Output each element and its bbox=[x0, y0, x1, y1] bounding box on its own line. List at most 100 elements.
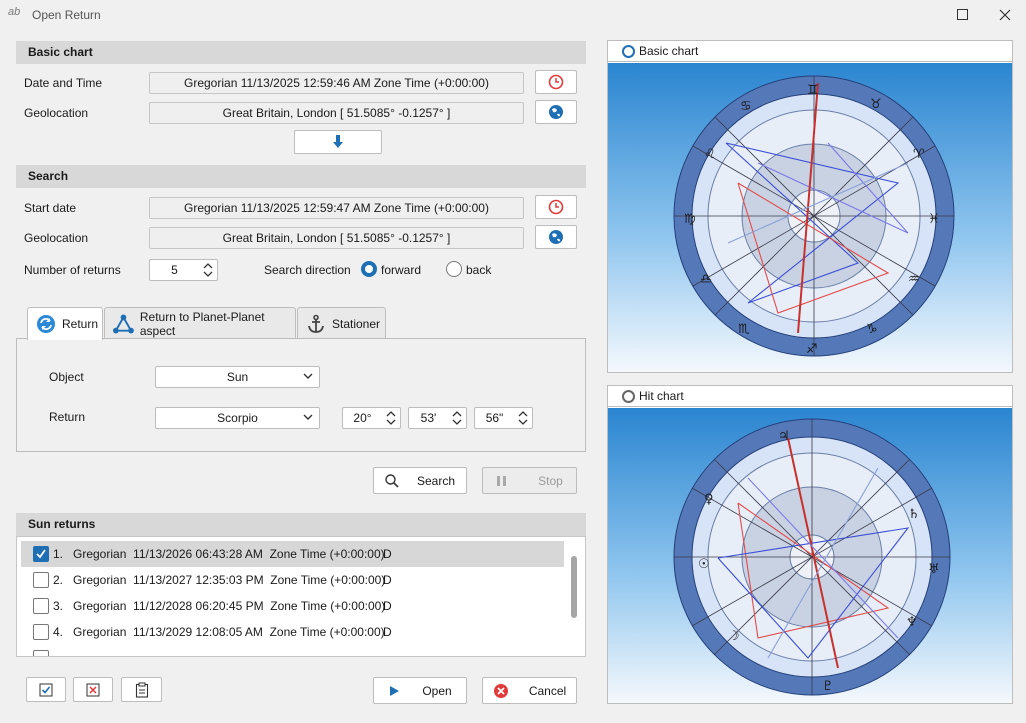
basic-chart-title[interactable]: Basic chart bbox=[608, 41, 1012, 62]
tab-planet-aspect[interactable]: Return to Planet-Planet aspect bbox=[104, 307, 296, 339]
maximize-icon[interactable] bbox=[943, 3, 983, 27]
hit-chart-wheel[interactable]: ♃ ♄ ♅ ♆ ♇ ☉ ☽ ♀ bbox=[608, 408, 1014, 704]
window-title: Open Return bbox=[32, 8, 101, 22]
list-item[interactable]: 2. Gregorian 11/13/2027 12:35:03 PM Zone… bbox=[21, 567, 564, 593]
forward-label[interactable]: forward bbox=[381, 263, 421, 277]
uncheck-all-icon bbox=[86, 683, 100, 696]
row-checkbox[interactable] bbox=[33, 572, 49, 588]
search-icon bbox=[385, 473, 399, 488]
stop-button-label: Stop bbox=[538, 473, 563, 488]
row-number: 2. bbox=[53, 573, 64, 587]
degrees-stepper[interactable]: 20° bbox=[342, 407, 401, 429]
seconds-stepper[interactable]: 56" bbox=[474, 407, 533, 429]
search-header: Search bbox=[16, 165, 586, 188]
aspect-triangle-icon bbox=[113, 314, 134, 333]
stepper-arrows-icon[interactable] bbox=[385, 410, 397, 426]
svg-text:☉: ☉ bbox=[698, 557, 710, 572]
clipboard-button[interactable] bbox=[121, 677, 162, 702]
svg-text:♋: ♋ bbox=[740, 99, 752, 114]
geolocation-field[interactable]: Great Britain, London [ 51.5085° -0.1257… bbox=[149, 102, 524, 124]
pause-icon bbox=[497, 475, 507, 486]
row-checkbox[interactable] bbox=[33, 546, 49, 562]
check-all-button[interactable] bbox=[26, 677, 66, 702]
svg-text:♆: ♆ bbox=[906, 615, 918, 630]
row-number: 4. bbox=[53, 625, 64, 639]
sun-returns-header: Sun returns bbox=[16, 513, 586, 536]
hit-chart-title[interactable]: Hit chart bbox=[608, 386, 1012, 407]
row-number: 3. bbox=[53, 599, 64, 613]
return-tab-panel bbox=[16, 338, 586, 452]
search-geolocation-label: Geolocation bbox=[24, 231, 89, 245]
date-time-field[interactable]: Gregorian 11/13/2025 12:59:46 AM Zone Ti… bbox=[149, 72, 524, 94]
cancel-button[interactable]: Cancel bbox=[482, 677, 577, 704]
row-flag: D bbox=[383, 625, 392, 639]
copy-down-button[interactable] bbox=[294, 130, 382, 154]
seconds-value: 56" bbox=[485, 411, 504, 425]
number-of-returns-value: 5 bbox=[171, 263, 178, 277]
search-button-label: Search bbox=[416, 473, 456, 488]
list-item-partial[interactable] bbox=[21, 645, 564, 656]
object-select[interactable]: Sun bbox=[155, 366, 320, 388]
row-checkbox[interactable] bbox=[33, 624, 49, 640]
geolocation-button[interactable] bbox=[535, 100, 577, 124]
basic-chart-radio[interactable] bbox=[622, 44, 635, 58]
start-date-label: Start date bbox=[24, 201, 77, 215]
row-flag: D bbox=[383, 599, 392, 613]
return-label: Return bbox=[49, 410, 86, 424]
chevron-down-icon bbox=[303, 414, 313, 420]
svg-text:♎: ♎ bbox=[700, 272, 712, 287]
back-radio[interactable] bbox=[446, 261, 462, 277]
uncheck-all-button[interactable] bbox=[73, 677, 113, 702]
number-of-returns-stepper[interactable]: 5 bbox=[149, 259, 218, 281]
date-time-button[interactable] bbox=[535, 70, 577, 94]
open-button[interactable]: Open bbox=[373, 677, 467, 704]
svg-text:♒: ♒ bbox=[908, 272, 920, 287]
close-icon[interactable] bbox=[985, 3, 1025, 27]
list-item[interactable]: 4. Gregorian 11/13/2029 12:08:05 AM Zone… bbox=[21, 619, 564, 645]
hit-chart-title-label: Hit chart bbox=[639, 389, 684, 403]
app-icon: ab bbox=[8, 6, 21, 18]
row-checkbox[interactable] bbox=[33, 650, 49, 656]
row-checkbox[interactable] bbox=[33, 598, 49, 614]
list-item[interactable]: 1. Gregorian 11/13/2026 06:43:28 AM Zone… bbox=[21, 541, 564, 567]
start-date-field[interactable]: Gregorian 11/13/2025 12:59:47 AM Zone Ti… bbox=[149, 197, 524, 219]
svg-text:♓: ♓ bbox=[928, 212, 940, 227]
tab-stationer-label: Stationer bbox=[332, 316, 381, 331]
hit-chart-radio[interactable] bbox=[622, 389, 635, 403]
list-item[interactable]: 3. Gregorian 11/12/2028 06:20:45 PM Zone… bbox=[21, 593, 564, 619]
search-geolocation-button[interactable] bbox=[535, 225, 577, 249]
search-geolocation-field[interactable]: Great Britain, London [ 51.5085° -0.1257… bbox=[149, 227, 524, 249]
sign-select[interactable]: Scorpio bbox=[155, 407, 320, 429]
search-button[interactable]: Search bbox=[373, 467, 467, 494]
open-button-label: Open bbox=[422, 683, 452, 698]
svg-text:♍: ♍ bbox=[684, 212, 696, 227]
minutes-stepper[interactable]: 53' bbox=[408, 407, 467, 429]
stepper-arrows-icon[interactable] bbox=[517, 410, 529, 426]
svg-text:♈: ♈ bbox=[913, 147, 925, 162]
list-scrollbar[interactable] bbox=[571, 556, 577, 618]
row-number: 1. bbox=[53, 547, 64, 561]
tab-planet-aspect-label: Return to Planet-Planet aspect bbox=[139, 309, 265, 338]
stepper-arrows-icon[interactable] bbox=[202, 262, 214, 278]
search-direction-label: Search direction bbox=[264, 263, 351, 277]
basic-chart-title-label: Basic chart bbox=[639, 44, 699, 58]
stop-button[interactable]: Stop bbox=[482, 467, 577, 494]
clock-icon bbox=[548, 74, 564, 90]
check-all-icon bbox=[39, 683, 53, 696]
svg-text:♏: ♏ bbox=[738, 322, 750, 337]
svg-text:♇: ♇ bbox=[822, 679, 834, 694]
returns-list[interactable]: 1. Gregorian 11/13/2026 06:43:28 AM Zone… bbox=[16, 536, 586, 657]
stepper-arrows-icon[interactable] bbox=[451, 410, 463, 426]
back-label[interactable]: back bbox=[466, 263, 491, 277]
basic-chart-wheel[interactable]: ♊ ♉ ♈ ♓ ♒ ♑ ♐ ♏ ♎ ♍ ♌ ♋ bbox=[608, 63, 1014, 373]
tab-return[interactable]: Return bbox=[27, 307, 103, 340]
check-icon bbox=[36, 549, 46, 559]
forward-radio[interactable] bbox=[361, 261, 377, 277]
start-date-button[interactable] bbox=[535, 195, 577, 219]
tab-stationer[interactable]: Stationer bbox=[297, 307, 386, 339]
globe-icon bbox=[549, 105, 563, 119]
cancel-button-label: Cancel bbox=[528, 683, 567, 698]
play-icon bbox=[390, 685, 400, 696]
row-date: Gregorian 11/13/2029 12:08:05 AM Zone Ti… bbox=[73, 625, 385, 639]
row-date: Gregorian 11/13/2027 12:35:03 PM Zone Ti… bbox=[73, 573, 386, 587]
